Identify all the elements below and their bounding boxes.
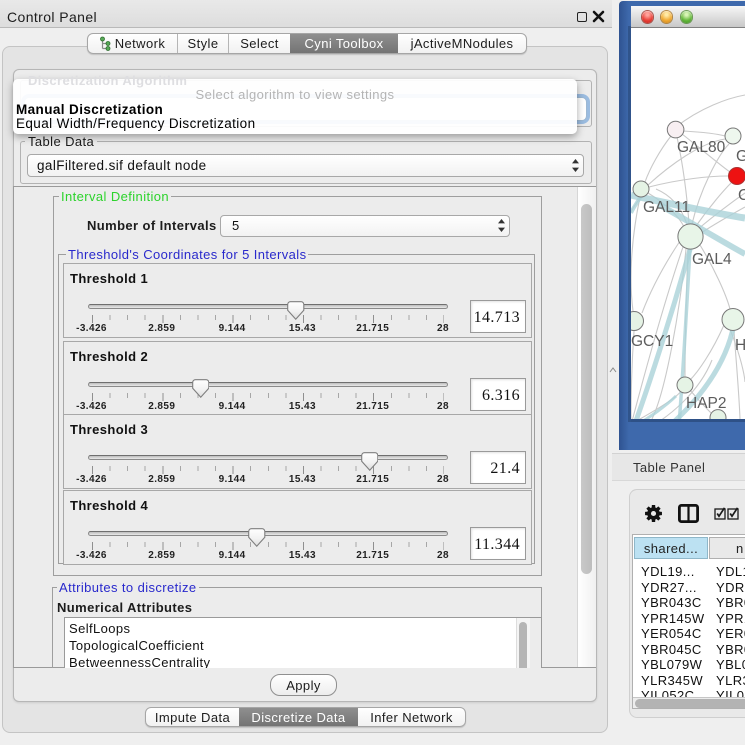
svg-text:GA: GA — [736, 148, 745, 165]
svg-text:H: H — [735, 337, 745, 354]
svg-text:GCY1: GCY1 — [631, 333, 673, 350]
svg-text:C: C — [738, 187, 745, 204]
svg-text:GAL4: GAL4 — [692, 251, 732, 268]
svg-text:GAL80: GAL80 — [677, 139, 726, 156]
svg-text:GAL11: GAL11 — [643, 199, 690, 216]
svg-text:HAP2: HAP2 — [686, 395, 727, 412]
